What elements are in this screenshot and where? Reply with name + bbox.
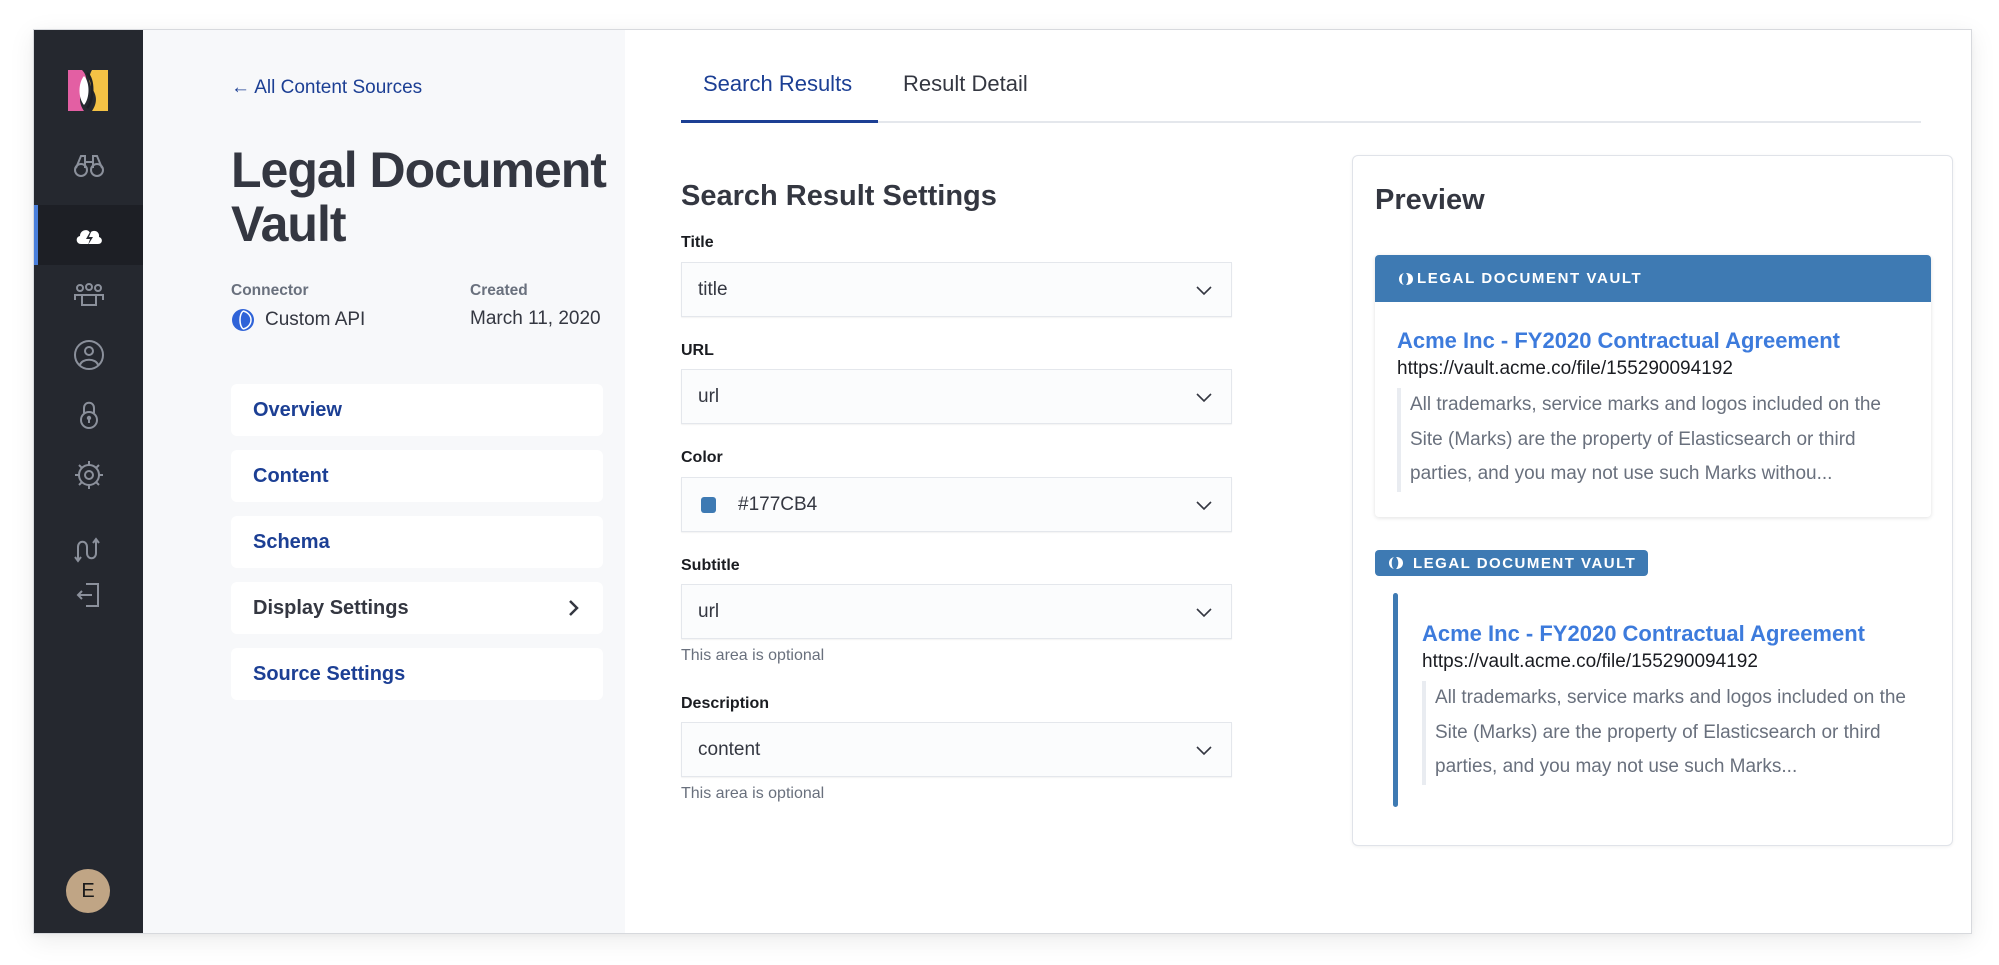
chevron-down-icon: [1196, 286, 1212, 296]
connector-value: Custom API: [231, 308, 365, 332]
app-window: E ← All Content Sources Legal Document V…: [33, 29, 1972, 934]
switch-arrows-icon: [73, 537, 100, 563]
logout-icon: [76, 583, 99, 607]
back-link-label: All Content Sources: [254, 77, 423, 98]
result-title-link[interactable]: Acme Inc - FY2020 Contractual Agreement: [1397, 328, 1917, 354]
user-circle-icon: [73, 340, 104, 370]
select-value: content: [698, 738, 761, 760]
tab-bar: Search Results Result Detail: [681, 30, 1921, 123]
select-value: title: [698, 278, 728, 300]
section-title: Search Result Settings: [681, 180, 997, 212]
sidebar-item-security[interactable]: [34, 385, 143, 445]
title-select[interactable]: title: [681, 262, 1232, 317]
preview-title: Preview: [1375, 184, 1485, 216]
app-sidebar: E: [34, 30, 143, 933]
enterprise-search-logo[interactable]: [68, 70, 108, 111]
source-panel: ← All Content Sources Legal Document Vau…: [143, 30, 625, 933]
sidebar-item-account[interactable]: [34, 325, 143, 385]
result-description: All trademarks, service marks and logos …: [1422, 681, 1932, 785]
connector-name: Custom API: [265, 309, 366, 330]
chevron-down-icon: [1196, 501, 1212, 511]
select-value: url: [698, 385, 720, 407]
sidebar-item-switch[interactable]: [34, 530, 143, 570]
subtitle-helper-text: This area is optional: [681, 647, 825, 664]
chevron-down-icon: [1196, 608, 1212, 618]
nav-schema[interactable]: Schema: [231, 516, 603, 568]
sidebar-item-sources[interactable]: [34, 205, 143, 265]
select-value: #177CB4: [738, 493, 818, 515]
result-url: https://vault.acme.co/file/155290094192: [1397, 358, 1733, 379]
nav-overview[interactable]: Overview: [231, 384, 603, 436]
nav-label: Overview: [253, 398, 342, 421]
sidebar-item-groups[interactable]: [34, 265, 143, 325]
url-select[interactable]: url: [681, 369, 1232, 424]
preview-result-card: LEGAL DOCUMENT VAULT Acme Inc - FY2020 C…: [1375, 255, 1931, 517]
nav-source-settings[interactable]: Source Settings: [231, 648, 603, 700]
source-logo-icon: [1399, 272, 1413, 285]
preview-panel: Preview LEGAL DOCUMENT VAULT Acme Inc - …: [1352, 155, 1953, 846]
color-swatch: [701, 496, 716, 513]
source-badge: LEGAL DOCUMENT VAULT: [1375, 550, 1649, 576]
subtitle-select[interactable]: url: [681, 584, 1232, 639]
chevron-down-icon: [1196, 746, 1212, 756]
main-content: Search Results Result Detail Search Resu…: [625, 30, 1971, 933]
created-label: Created: [470, 282, 528, 299]
sidebar-item-search[interactable]: [34, 135, 143, 195]
user-avatar[interactable]: E: [66, 869, 110, 913]
result-content: Acme Inc - FY2020 Contractual Agreement …: [1397, 328, 1917, 492]
url-field-label: URL: [681, 342, 714, 359]
avatar-initial: E: [81, 879, 95, 902]
result-description: All trademarks, service marks and logos …: [1397, 388, 1917, 492]
select-value: url: [698, 600, 720, 622]
created-value: March 11, 2020: [470, 308, 601, 329]
source-name: LEGAL DOCUMENT VAULT: [1417, 270, 1643, 287]
chevron-right-icon: [569, 600, 579, 616]
nav-display-settings[interactable]: Display Settings: [231, 582, 603, 634]
description-select[interactable]: content: [681, 722, 1232, 777]
chevron-down-icon: [1196, 393, 1212, 403]
nav-label: Source Settings: [253, 662, 406, 685]
description-helper-text: This area is optional: [681, 785, 825, 802]
subtitle-field-label: Subtitle: [681, 557, 740, 574]
gear-icon: [74, 461, 103, 489]
result-content-compact: Acme Inc - FY2020 Contractual Agreement …: [1422, 621, 1932, 785]
tab-search-results[interactable]: Search Results: [703, 71, 852, 97]
result-title-link[interactable]: Acme Inc - FY2020 Contractual Agreement: [1422, 621, 1932, 647]
color-select[interactable]: #177CB4: [681, 477, 1232, 532]
tab-result-detail[interactable]: Result Detail: [903, 71, 1028, 97]
page-title: Legal Document Vault: [231, 142, 607, 252]
connector-label: Connector: [231, 282, 309, 299]
nav-label: Content: [253, 464, 329, 487]
title-field-label: Title: [681, 234, 714, 251]
active-tab-indicator: [681, 120, 878, 123]
nav-label: Display Settings: [253, 596, 409, 619]
color-field-label: Color: [681, 449, 723, 466]
lock-icon: [79, 401, 98, 429]
sidebar-item-settings[interactable]: [34, 445, 143, 505]
result-accent-bar: [1393, 593, 1398, 807]
custom-api-icon: [232, 309, 254, 331]
result-url: https://vault.acme.co/file/155290094192: [1422, 651, 1758, 672]
back-link[interactable]: ← All Content Sources: [231, 77, 422, 99]
source-name: LEGAL DOCUMENT VAULT: [1413, 554, 1637, 572]
binoculars-icon: [73, 155, 104, 177]
nav-content[interactable]: Content: [231, 450, 603, 502]
cloud-lightning-icon: [76, 230, 102, 245]
source-logo-icon: [1389, 557, 1403, 569]
nav-label: Schema: [253, 530, 330, 553]
sidebar-item-logout[interactable]: [34, 575, 143, 615]
description-field-label: Description: [681, 695, 770, 712]
users-icon: [73, 283, 104, 306]
arrow-left-icon: ←: [231, 77, 250, 98]
result-card-header: LEGAL DOCUMENT VAULT: [1375, 255, 1931, 302]
